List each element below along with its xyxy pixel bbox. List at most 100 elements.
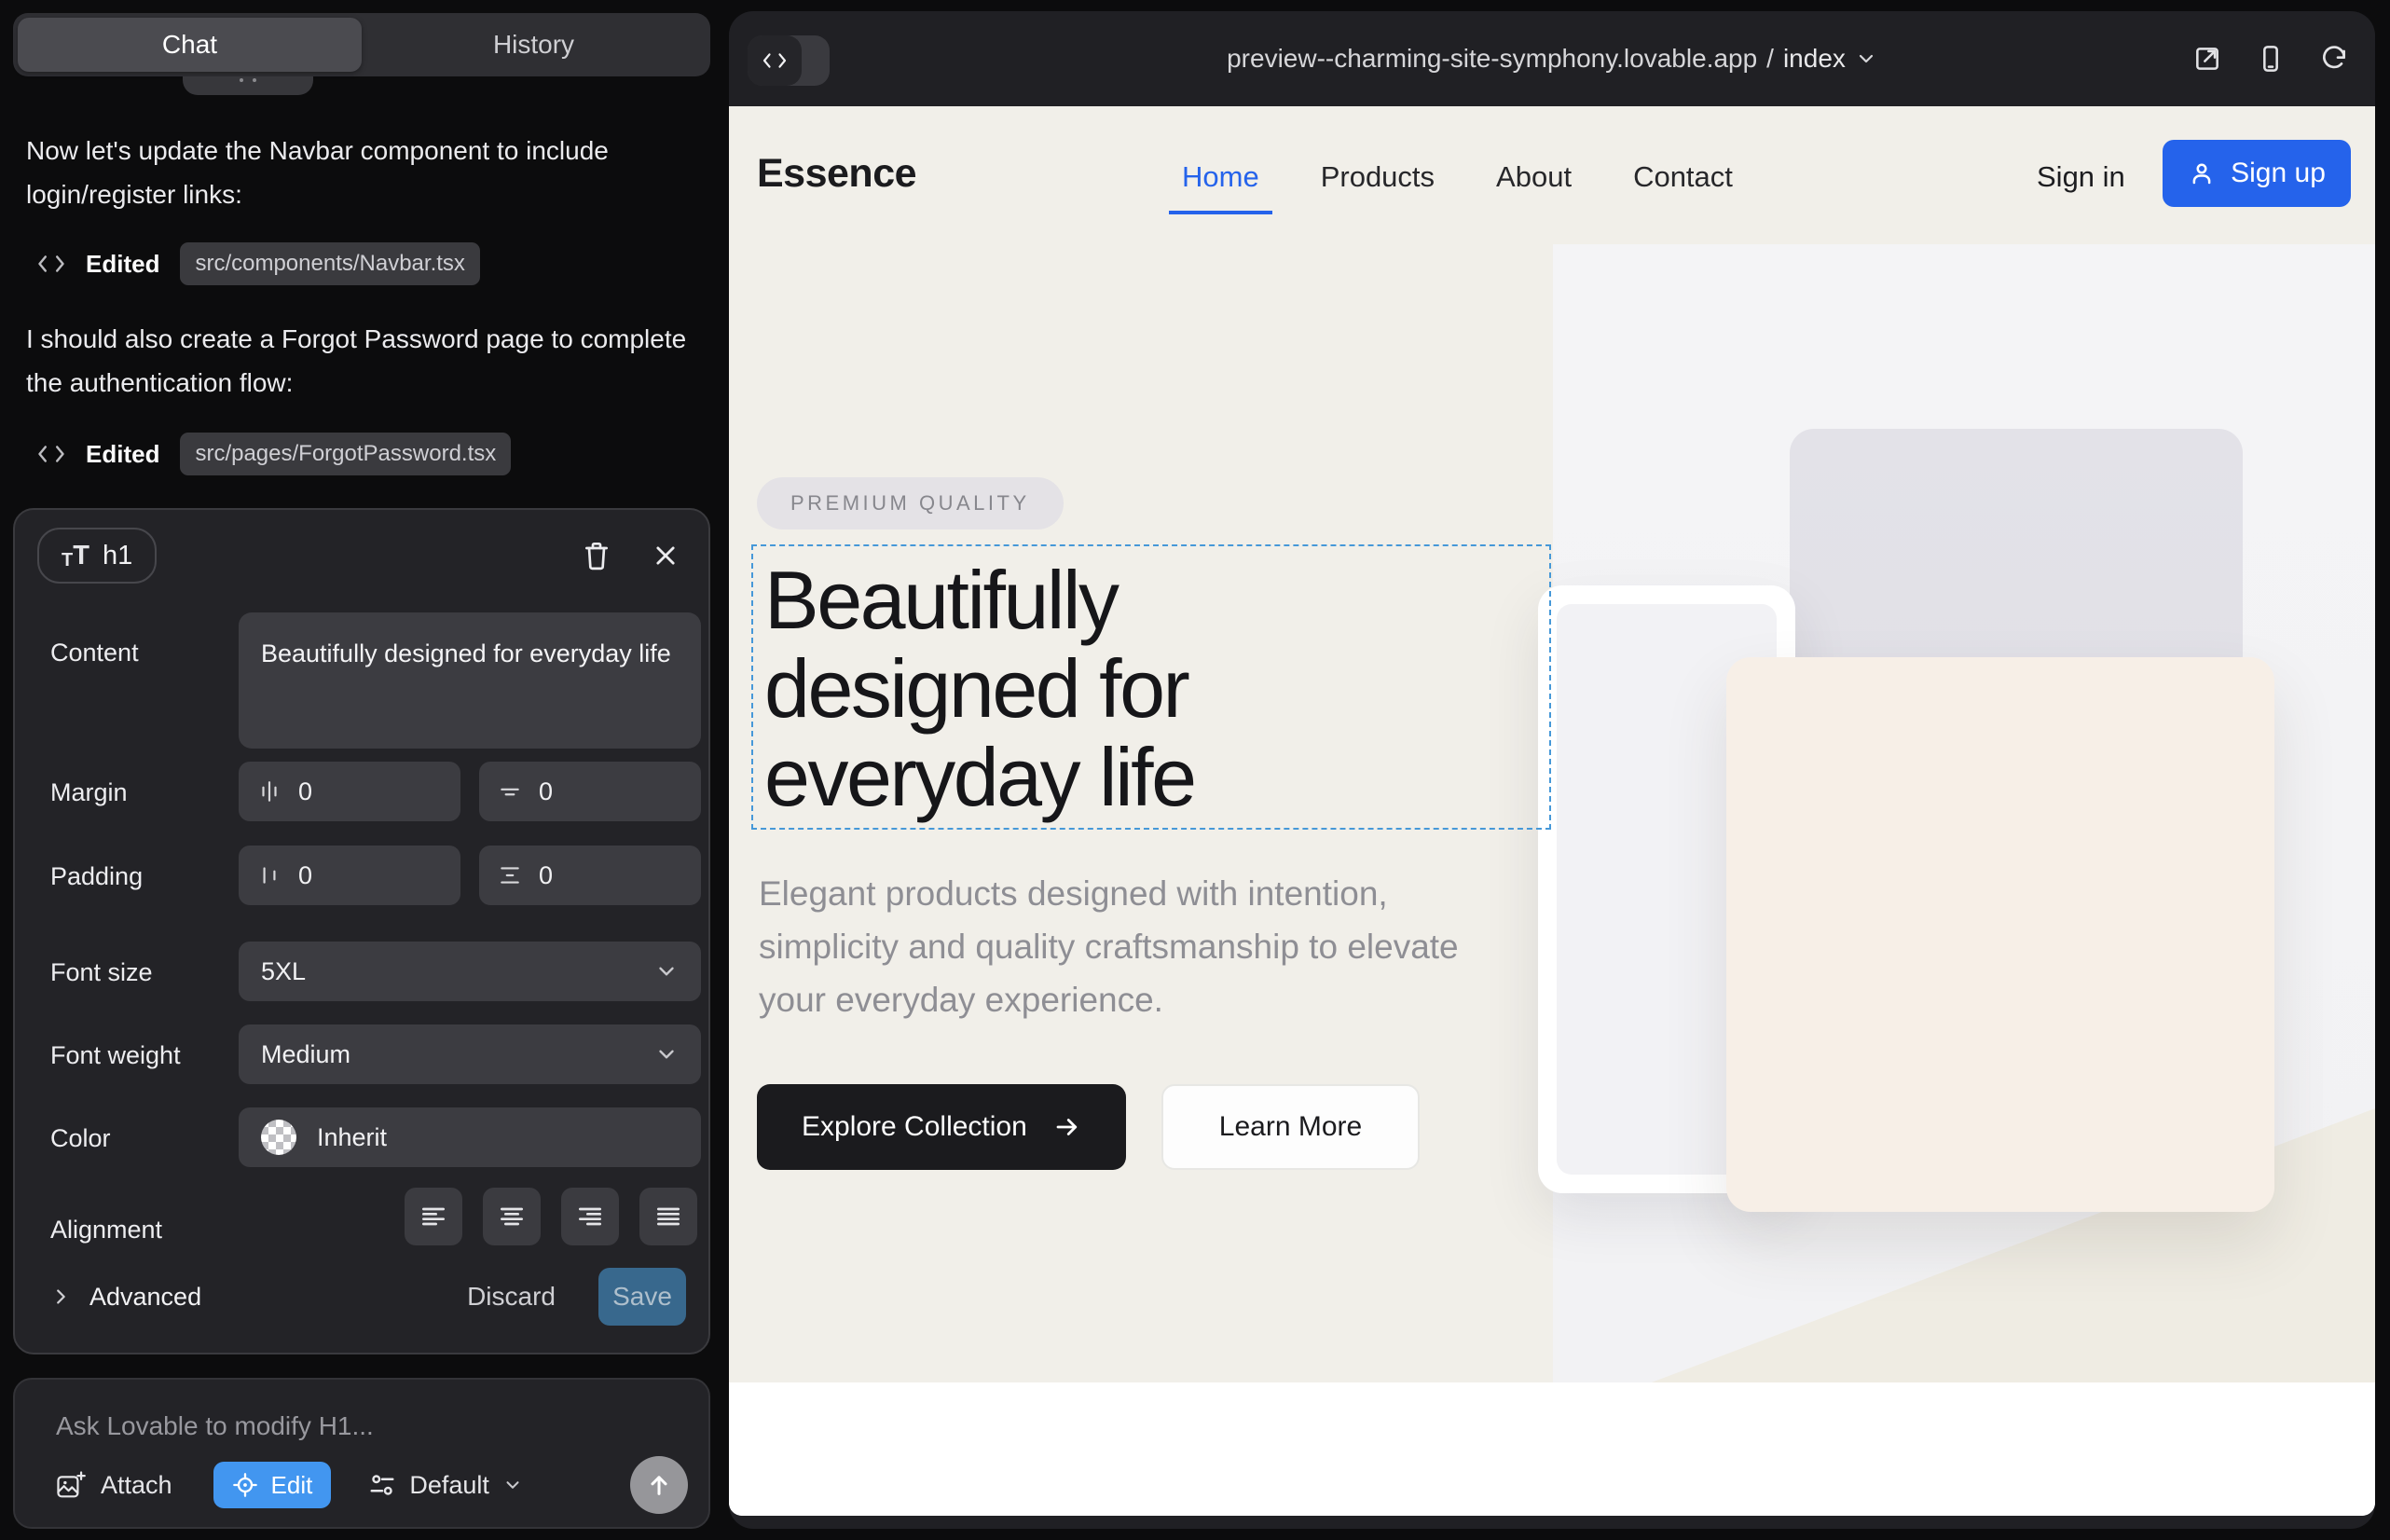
selected-element-chip: TT h1 bbox=[37, 528, 157, 584]
chat-sidebar: Chat History Now let's update the Navbar… bbox=[0, 0, 727, 1540]
discard-button[interactable]: Discard bbox=[467, 1282, 556, 1312]
arrow-up-icon bbox=[646, 1472, 672, 1498]
site-nav-links: Home Products About Contact bbox=[1182, 160, 1733, 194]
align-center-button[interactable] bbox=[483, 1188, 541, 1245]
tab-history[interactable]: History bbox=[362, 18, 706, 72]
learn-more-button[interactable]: Learn More bbox=[1161, 1084, 1420, 1170]
edit-mode-button[interactable]: Edit bbox=[213, 1462, 332, 1508]
nav-link-about[interactable]: About bbox=[1496, 160, 1572, 194]
content-input[interactable]: Beautifully designed for everyday life bbox=[239, 612, 701, 749]
hero-heading[interactable]: Beautifully designed for everyday life bbox=[764, 556, 1195, 821]
font-size-select[interactable]: 5XL bbox=[239, 942, 701, 1001]
nav-link-home[interactable]: Home bbox=[1182, 160, 1259, 194]
alignment-group bbox=[405, 1188, 697, 1245]
explore-collection-button[interactable]: Explore Collection bbox=[757, 1084, 1126, 1170]
attach-label: Attach bbox=[101, 1471, 172, 1500]
margin-label: Margin bbox=[50, 778, 128, 807]
margin-vertical-icon bbox=[498, 779, 522, 804]
element-editor-panel: TT h1 Content Beautifully designe bbox=[13, 508, 710, 1354]
padding-y-value: 0 bbox=[539, 861, 553, 890]
code-icon bbox=[37, 252, 65, 276]
open-external-icon[interactable] bbox=[2192, 44, 2222, 74]
delete-element-button[interactable] bbox=[576, 535, 617, 576]
color-value: Inherit bbox=[317, 1123, 387, 1152]
composer-input[interactable] bbox=[56, 1411, 662, 1441]
trash-icon bbox=[583, 541, 611, 571]
sign-up-button[interactable]: Sign up bbox=[2163, 140, 2351, 207]
chevron-down-icon bbox=[654, 1042, 679, 1066]
tab-chat[interactable]: Chat bbox=[18, 18, 362, 72]
target-icon bbox=[232, 1472, 258, 1498]
content-label: Content bbox=[50, 639, 139, 667]
refresh-icon[interactable] bbox=[2319, 44, 2349, 74]
padding-x-value: 0 bbox=[298, 861, 312, 890]
color-swatch bbox=[261, 1120, 296, 1155]
sliders-icon bbox=[368, 1471, 396, 1499]
align-justify-button[interactable] bbox=[639, 1188, 697, 1245]
preview-frame: preview--charming-site-symphony.lovable.… bbox=[729, 11, 2375, 1529]
chrome-actions bbox=[2192, 11, 2349, 106]
code-icon bbox=[37, 442, 65, 466]
site-logo[interactable]: Essence bbox=[757, 151, 916, 197]
align-justify-icon bbox=[653, 1202, 683, 1231]
edited-file-row: Edited src/components/Navbar.tsx bbox=[37, 241, 480, 287]
editor-header: TT h1 bbox=[37, 527, 686, 584]
edited-file-chip[interactable]: src/components/Navbar.tsx bbox=[180, 242, 479, 285]
color-label: Color bbox=[50, 1124, 111, 1153]
edited-label: Edited bbox=[86, 250, 159, 279]
chat-history-tabbar: Chat History bbox=[13, 13, 710, 76]
composer-toolbar: Attach Edit Default bbox=[56, 1460, 688, 1510]
assistant-message: I should also create a Forgot Password p… bbox=[26, 317, 688, 405]
element-tag-label: h1 bbox=[103, 541, 132, 571]
url-path: index bbox=[1783, 44, 1846, 74]
margin-horizontal-icon bbox=[257, 779, 282, 804]
url-separator: / bbox=[1766, 44, 1774, 74]
explore-collection-label: Explore Collection bbox=[802, 1111, 1027, 1143]
padding-y-input[interactable]: 0 bbox=[479, 846, 701, 905]
font-weight-value: Medium bbox=[261, 1040, 350, 1069]
close-editor-button[interactable] bbox=[645, 535, 686, 576]
nav-link-products[interactable]: Products bbox=[1321, 160, 1435, 194]
edited-file-chip[interactable]: src/pages/ForgotPassword.tsx bbox=[180, 433, 511, 475]
chevron-right-icon bbox=[50, 1286, 71, 1307]
nav-link-contact[interactable]: Contact bbox=[1633, 160, 1733, 194]
decor-card-cream bbox=[1726, 657, 2274, 1212]
align-right-button[interactable] bbox=[561, 1188, 619, 1245]
default-label: Default bbox=[409, 1471, 489, 1500]
edit-label: Edit bbox=[271, 1471, 313, 1500]
arrow-right-icon bbox=[1053, 1113, 1081, 1141]
preview-url-bar[interactable]: preview--charming-site-symphony.lovable.… bbox=[729, 11, 2375, 106]
sign-up-label: Sign up bbox=[2231, 158, 2326, 189]
premium-quality-badge: PREMIUM QUALITY bbox=[757, 477, 1064, 529]
align-left-button[interactable] bbox=[405, 1188, 462, 1245]
color-select[interactable]: Inherit bbox=[239, 1107, 701, 1167]
advanced-toggle[interactable]: Advanced bbox=[50, 1283, 201, 1312]
padding-horizontal-icon bbox=[257, 863, 282, 887]
site-viewport: Essence Home Products About Contact Sign… bbox=[729, 106, 2375, 1516]
typography-icon: TT bbox=[62, 543, 89, 570]
margin-x-input[interactable]: 0 bbox=[239, 762, 460, 821]
hero-cta-row: Explore Collection Learn More bbox=[757, 1084, 1420, 1170]
site-navbar: Essence Home Products About Contact Sign… bbox=[729, 106, 2375, 244]
align-left-icon bbox=[419, 1202, 448, 1231]
user-icon bbox=[2188, 159, 2216, 187]
scrolled-chip-partial bbox=[183, 76, 313, 95]
attach-button[interactable]: Attach bbox=[56, 1470, 172, 1500]
advanced-label: Advanced bbox=[89, 1283, 201, 1312]
sign-in-link[interactable]: Sign in bbox=[2037, 160, 2125, 194]
mobile-view-icon[interactable] bbox=[2256, 44, 2286, 74]
margin-y-input[interactable]: 0 bbox=[479, 762, 701, 821]
align-center-icon bbox=[497, 1202, 527, 1231]
hero-description: Elegant products designed with intention… bbox=[759, 867, 1514, 1026]
font-weight-label: Font weight bbox=[50, 1041, 181, 1070]
align-right-icon bbox=[575, 1202, 605, 1231]
url-domain: preview--charming-site-symphony.lovable.… bbox=[1227, 44, 1757, 74]
font-size-label: Font size bbox=[50, 958, 153, 987]
send-button[interactable] bbox=[630, 1456, 688, 1514]
save-button[interactable]: Save bbox=[598, 1268, 686, 1326]
padding-x-input[interactable]: 0 bbox=[239, 846, 460, 905]
hero-heading-line1: Beautifully bbox=[764, 554, 1118, 646]
model-default-button[interactable]: Default bbox=[368, 1471, 523, 1500]
chevron-down-icon bbox=[654, 959, 679, 983]
font-weight-select[interactable]: Medium bbox=[239, 1024, 701, 1084]
